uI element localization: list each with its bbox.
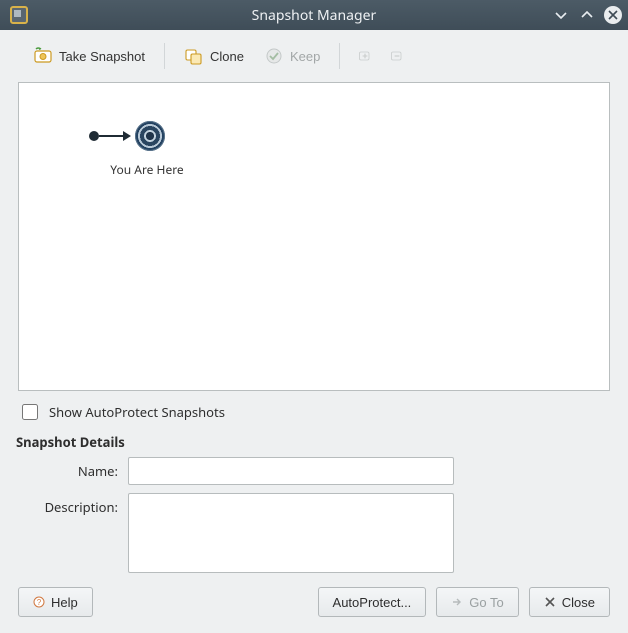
bottom-button-bar: ? Help AutoProtect... Go To Close bbox=[0, 573, 628, 633]
add-snapshot-small-button bbox=[350, 42, 380, 70]
window-body: Take Snapshot Clone Keep bbox=[0, 30, 628, 633]
window-buttons bbox=[552, 6, 622, 24]
current-state-icon[interactable] bbox=[135, 121, 165, 151]
minimize-button[interactable] bbox=[552, 6, 570, 24]
help-button[interactable]: ? Help bbox=[18, 587, 93, 617]
snapshot-tree-area[interactable]: You Are Here bbox=[18, 82, 610, 391]
toolbar: Take Snapshot Clone Keep bbox=[0, 30, 628, 78]
clone-button[interactable]: Clone bbox=[175, 40, 253, 72]
clone-icon bbox=[184, 46, 204, 66]
close-icon bbox=[544, 596, 556, 608]
keep-button: Keep bbox=[255, 40, 329, 72]
snapshot-graph: You Are Here bbox=[57, 121, 197, 178]
title-bar: Snapshot Manager bbox=[0, 0, 628, 30]
add-icon bbox=[357, 48, 373, 64]
svg-text:?: ? bbox=[37, 598, 42, 607]
current-state-label: You Are Here bbox=[97, 161, 197, 178]
toolbar-separator bbox=[339, 43, 340, 69]
goto-label: Go To bbox=[469, 595, 503, 610]
keep-icon bbox=[264, 46, 284, 66]
toolbar-separator bbox=[164, 43, 165, 69]
take-snapshot-label: Take Snapshot bbox=[59, 49, 145, 64]
description-label: Description: bbox=[18, 493, 118, 516]
keep-label: Keep bbox=[290, 49, 320, 64]
window-title: Snapshot Manager bbox=[0, 6, 628, 25]
clone-label: Clone bbox=[210, 49, 244, 64]
goto-button: Go To bbox=[436, 587, 518, 617]
remove-icon bbox=[389, 48, 405, 64]
arrow-icon bbox=[99, 135, 129, 137]
help-icon: ? bbox=[33, 596, 45, 608]
autoprotect-button[interactable]: AutoProtect... bbox=[318, 587, 427, 617]
show-autoprotect-checkbox[interactable] bbox=[22, 404, 38, 420]
close-label: Close bbox=[562, 595, 595, 610]
show-autoprotect-row: Show AutoProtect Snapshots bbox=[0, 399, 628, 433]
root-node-icon bbox=[89, 131, 99, 141]
description-textarea[interactable] bbox=[128, 493, 454, 573]
close-window-button[interactable] bbox=[604, 6, 622, 24]
show-autoprotect-label[interactable]: Show AutoProtect Snapshots bbox=[49, 403, 225, 421]
app-icon bbox=[10, 6, 28, 24]
snapshot-details-header: Snapshot Details bbox=[0, 433, 628, 455]
snapshot-details-grid: Name: Description: bbox=[0, 455, 628, 573]
goto-icon bbox=[451, 596, 463, 608]
name-label: Name: bbox=[18, 457, 118, 480]
help-label: Help bbox=[51, 595, 78, 610]
maximize-button[interactable] bbox=[578, 6, 596, 24]
remove-snapshot-small-button bbox=[382, 42, 412, 70]
name-input[interactable] bbox=[128, 457, 454, 485]
take-snapshot-button[interactable]: Take Snapshot bbox=[24, 40, 154, 72]
camera-arrow-icon bbox=[33, 46, 53, 66]
autoprotect-label: AutoProtect... bbox=[333, 595, 412, 610]
close-button[interactable]: Close bbox=[529, 587, 610, 617]
